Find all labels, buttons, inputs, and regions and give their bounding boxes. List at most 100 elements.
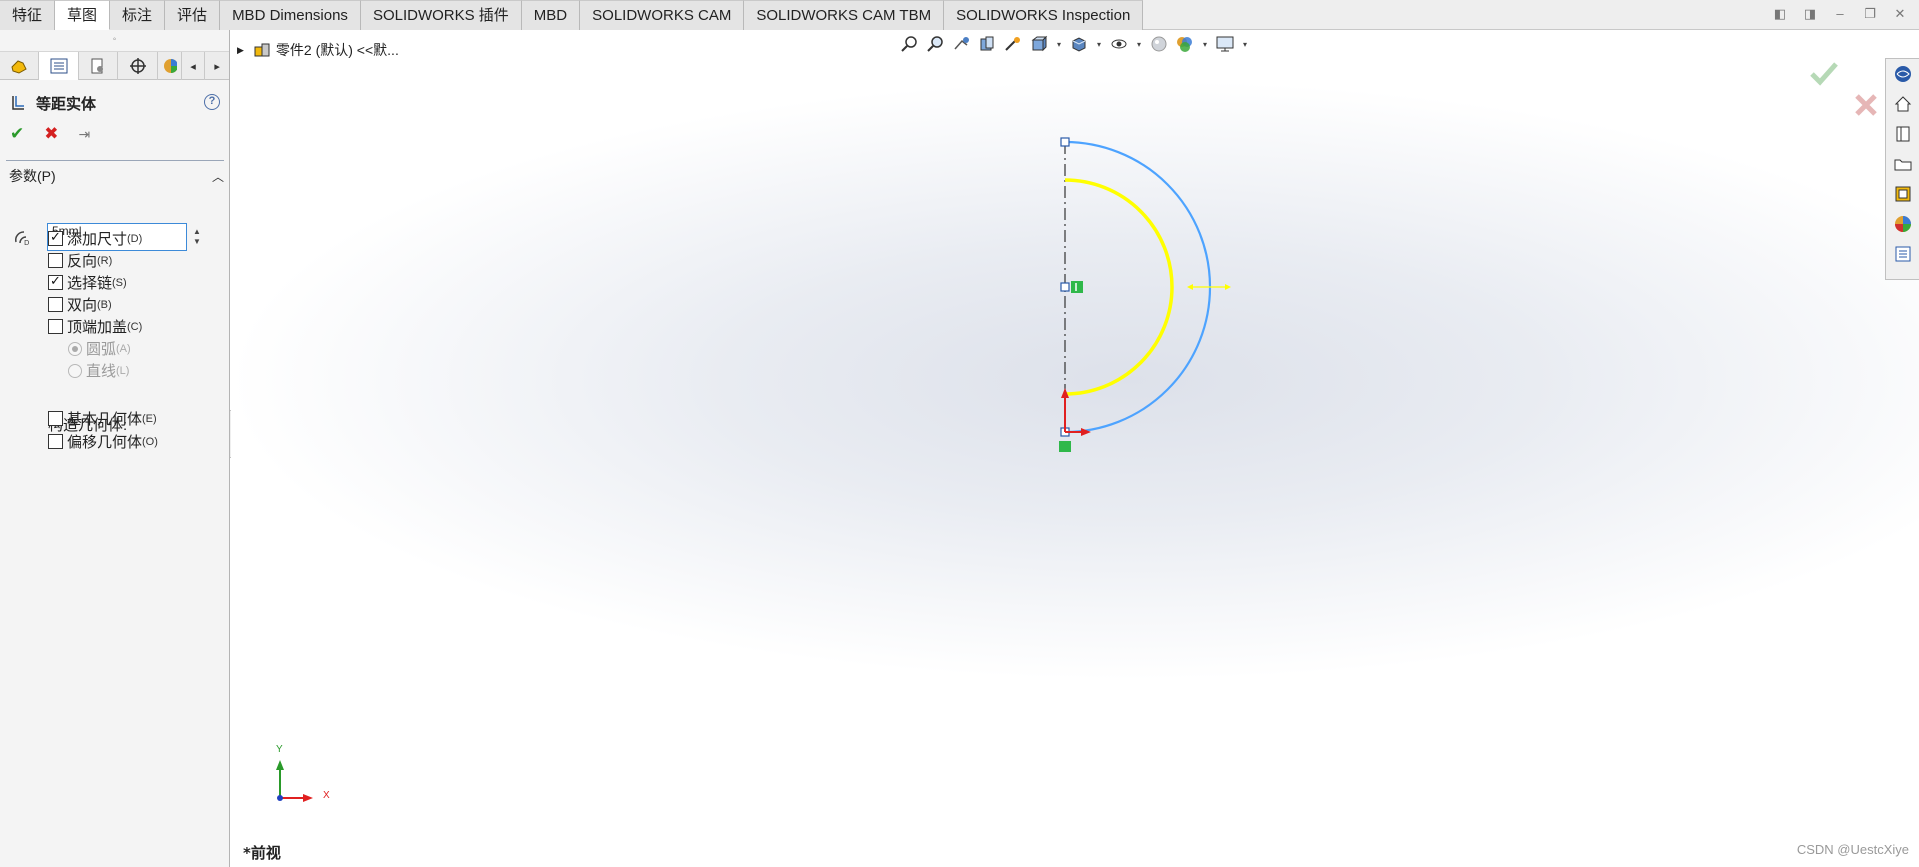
tab-solidworks-addins[interactable]: SOLIDWORKS 插件 (360, 0, 522, 30)
file-explorer-icon[interactable] (1886, 149, 1919, 179)
panel-grip-icon[interactable]: ◦ (0, 30, 229, 52)
origin-x-arrowhead (1081, 428, 1091, 436)
display-style-dropdown-icon[interactable]: ▾ (1095, 34, 1103, 54)
arc-cap-option: 圆弧 (A) (68, 338, 131, 359)
line-cap-option: 直线 (L) (68, 360, 129, 381)
parameters-section-header[interactable]: 参数(P) ︿ (6, 161, 224, 187)
task-pane-tabs (1885, 58, 1919, 280)
heads-up-toolbar: ▾ ▾ ▾ ▾ ▾ (899, 34, 1249, 54)
cap-ends-checkbox[interactable] (48, 319, 63, 334)
zoom-to-fit-icon[interactable] (899, 34, 919, 54)
view-palette-icon[interactable] (1886, 179, 1919, 209)
tab-sketch[interactable]: 草图 (55, 0, 111, 30)
property-manager-actions: ✔ ✖ ⇥ (10, 124, 90, 144)
apply-scene-dropdown-icon[interactable]: ▾ (1201, 34, 1209, 54)
tab-solidworks-cam[interactable]: SOLIDWORKS CAM (580, 0, 745, 30)
select-chain-checkbox[interactable] (48, 273, 63, 290)
tab-scroll-left-button[interactable]: ◂ (182, 52, 206, 80)
add-dimensions-option[interactable]: 添加尺寸 (D) (48, 228, 142, 249)
origin-relation-icon (1059, 441, 1071, 452)
feature-tree-flyout[interactable]: ▶ 零件2 (默认) <<默... (237, 40, 399, 60)
offset-geometry-label: 偏移几何体 (67, 434, 143, 451)
edit-appearance-icon[interactable] (1149, 34, 1169, 54)
distance-spinner[interactable]: ▲ ▼ (193, 227, 201, 247)
tab-solidworks-cam-tbm[interactable]: SOLIDWORKS CAM TBM (744, 0, 945, 30)
expand-arrow-icon[interactable]: ▶ (237, 45, 244, 56)
spin-down-icon[interactable]: ▼ (193, 237, 201, 247)
triad-y-label: Y (276, 744, 283, 755)
pin-icon[interactable]: ⇥ (79, 126, 91, 143)
tab-solidworks-inspection[interactable]: SOLIDWORKS Inspection (944, 0, 1144, 30)
dimxpert-manager-tab[interactable] (118, 52, 158, 80)
design-library-icon[interactable] (1886, 119, 1919, 149)
tab-mbd-dimensions[interactable]: MBD Dimensions (220, 0, 361, 30)
display-style-icon[interactable] (1069, 34, 1089, 54)
arc-center-point[interactable] (1060, 282, 1070, 292)
property-manager-title: 等距实体 (36, 95, 97, 113)
custom-properties-icon[interactable] (1886, 239, 1919, 269)
command-manager-tabs: 特征 草图 标注 评估 MBD Dimensions SOLIDWORKS 插件… (0, 0, 1144, 30)
configuration-manager-tab[interactable] (79, 52, 119, 80)
display-manager-tab[interactable] (158, 52, 182, 80)
graphics-area[interactable]: ▶ 零件2 (默认) <<默... ▾ ▾ ▾ ▾ ▾ Y X *前视 CSDN… (231, 30, 1919, 867)
feature-manager-tab[interactable] (0, 52, 40, 80)
bidirectional-option[interactable]: 双向 (B) (48, 294, 112, 315)
property-manager-tab[interactable] (39, 52, 79, 80)
tile-left-icon[interactable]: ◧ (1771, 6, 1789, 22)
tab-evaluate[interactable]: 评估 (165, 0, 221, 30)
offset-geometry-shortcut: (O) (142, 435, 158, 448)
spin-up-icon[interactable]: ▲ (193, 227, 201, 237)
dynamic-annotation-icon[interactable] (1003, 34, 1023, 54)
offset-geometry-option[interactable]: 偏移几何体 (O) (48, 431, 158, 452)
view-orientation-dropdown-icon[interactable]: ▾ (1055, 34, 1063, 54)
view-orientation-icon[interactable] (1029, 34, 1049, 54)
tab-scroll-right-button[interactable]: ▸ (205, 52, 229, 80)
hide-show-items-icon[interactable] (1109, 34, 1129, 54)
cancel-button[interactable]: ✖ (44, 124, 58, 144)
endpoint-top[interactable] (1060, 137, 1070, 147)
feature-tree-icon (11, 60, 27, 74)
minimize-icon[interactable]: – (1831, 6, 1849, 22)
ok-button[interactable]: ✔ (10, 124, 24, 144)
confirm-cancel-icon[interactable] (1853, 92, 1879, 121)
tile-right-icon[interactable]: ◨ (1801, 6, 1819, 22)
appearances-icon[interactable] (1886, 209, 1919, 239)
command-manager-tabbar: 特征 草图 标注 评估 MBD Dimensions SOLIDWORKS 插件… (0, 0, 1919, 30)
property-manager-header: 等距实体 ? (10, 88, 220, 118)
cap-ends-option[interactable]: 顶端加盖 (C) (48, 316, 142, 337)
tab-annotate[interactable]: 标注 (110, 0, 166, 30)
view-settings-dropdown-icon[interactable]: ▾ (1241, 34, 1249, 54)
appearance-icon (164, 59, 178, 73)
solidworks-resources-icon[interactable] (1886, 59, 1919, 89)
offset-geometry-checkbox[interactable] (48, 434, 63, 449)
tab-mbd[interactable]: MBD (521, 0, 581, 30)
bidirectional-label: 双向 (67, 297, 98, 314)
endpoint-bottom[interactable] (1060, 427, 1070, 437)
offset-arrow-left (1187, 284, 1193, 290)
view-settings-icon[interactable] (1215, 34, 1235, 54)
section-view-icon[interactable] (977, 34, 997, 54)
confirm-ok-icon[interactable] (1809, 60, 1839, 89)
relation-icon (1071, 281, 1083, 293)
tab-features[interactable]: 特征 (0, 0, 56, 30)
home-icon[interactable] (1886, 89, 1919, 119)
apply-scene-icon[interactable] (1175, 34, 1195, 54)
base-geometry-option[interactable]: 基本几何体 (E) (48, 408, 157, 429)
close-icon[interactable]: ✕ (1891, 6, 1909, 22)
bidirectional-shortcut: (B) (97, 298, 112, 311)
help-icon[interactable]: ? (204, 94, 220, 110)
zoom-to-area-icon[interactable] (925, 34, 945, 54)
previous-view-icon[interactable] (951, 34, 971, 54)
restore-icon[interactable]: ❐ (1861, 6, 1879, 22)
hide-show-dropdown-icon[interactable]: ▾ (1135, 34, 1143, 54)
triad-z-axis (277, 795, 283, 801)
base-geometry-checkbox[interactable] (48, 411, 63, 426)
chevron-up-icon[interactable]: ︿ (212, 168, 224, 185)
reverse-option[interactable]: 反向 (R) (48, 250, 112, 271)
bidirectional-checkbox[interactable] (48, 297, 63, 312)
original-arc[interactable] (1064, 140, 1212, 434)
select-chain-option[interactable]: 选择链 (S) (48, 272, 127, 293)
reverse-checkbox[interactable] (48, 253, 63, 268)
add-dimensions-checkbox[interactable] (48, 229, 63, 246)
svg-text:D: D (24, 239, 29, 246)
